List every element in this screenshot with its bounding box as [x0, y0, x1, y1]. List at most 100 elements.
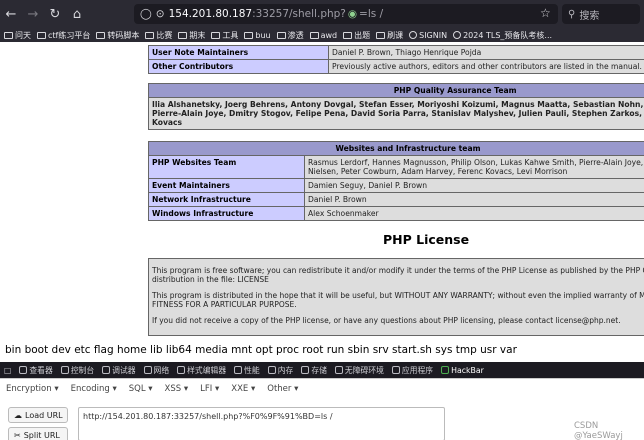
tab-label: 网络 — [153, 365, 170, 375]
folder-icon — [4, 31, 13, 39]
search-placeholder: 搜索 — [579, 10, 600, 22]
bookmark-item[interactable]: 渗透 — [276, 30, 304, 41]
tab-hackbar[interactable]: HackBar — [441, 366, 484, 375]
bookmark-item[interactable]: 工具 — [211, 30, 238, 41]
section-header: PHP Quality Assurance Team — [147, 83, 644, 98]
bookmark-item[interactable]: ctf练习平台 — [37, 30, 90, 41]
bookmark-label: 渗透 — [287, 30, 304, 40]
row-value-line: Nielsen, Peter Cowburn, Adam Harvey, Fer… — [307, 167, 568, 176]
table-row: Windows Infrastructure Alex Schoenmaker — [148, 206, 644, 221]
qa-line: Ilia Alshanetsky, Joerg Behrens, Antony … — [152, 100, 644, 109]
browser-window: { "toolbar": { "url_host": "154.201.80.1… — [0, 0, 644, 440]
bookmark-star-icon[interactable]: ☆ — [540, 6, 551, 20]
menu-xss[interactable]: XSS ▾ — [165, 384, 189, 394]
bookmark-label: 工具 — [222, 30, 239, 40]
style-editor-icon — [177, 366, 186, 374]
globe-icon — [409, 31, 418, 39]
row-key: Windows Infrastructure — [148, 206, 305, 221]
bookmark-item[interactable]: 2024 TLS_预备队考核... — [453, 30, 552, 41]
menu-encoding[interactable]: Encoding ▾ — [71, 384, 117, 394]
row-value: Previously active authors, editors and o… — [328, 59, 644, 74]
bookmark-label: SIGNIN — [419, 30, 448, 40]
search-icon: ⚲ — [568, 8, 576, 20]
bookmark-label: 比赛 — [156, 30, 173, 40]
tab-style-editor[interactable]: 样式编辑器 — [177, 365, 226, 376]
bookmark-item[interactable]: buu — [244, 30, 271, 40]
button-label: Split URL — [23, 430, 60, 440]
bookmark-label: awd — [320, 30, 338, 40]
bookmark-item[interactable]: 期末 — [178, 30, 205, 41]
bookmark-item[interactable]: awd — [309, 30, 338, 40]
bookmark-label: buu — [255, 30, 271, 40]
row-value: Daniel P. Brown, Thiago Henrique Pojda — [328, 45, 644, 60]
table-row: Event Maintainers Damien Seguy, Daniel P… — [148, 178, 644, 193]
menu-sql[interactable]: SQL ▾ — [129, 384, 153, 394]
folder-icon — [309, 31, 319, 39]
row-value-line: Rasmus Lerdorf, Hannes Magnusson, Philip… — [307, 158, 644, 167]
tab-debugger[interactable]: 调试器 — [102, 365, 136, 376]
tab-label: 查看器 — [29, 365, 53, 375]
inspector-icon — [19, 366, 28, 374]
memory-icon — [267, 366, 276, 374]
license-paragraph: This program is free software; you can r… — [152, 266, 644, 285]
qa-line: Pierre-Alain Joye, Dmitry Stogov, Felipe… — [152, 109, 644, 118]
bookmark-item[interactable]: 刷课 — [376, 30, 403, 41]
address-bar[interactable]: ◯ ⊙ 154.201.80.187 :33257/shell.php? ◉ =… — [134, 4, 558, 24]
tab-label: 内存 — [277, 365, 294, 375]
table-row: Other Contributors Previously active aut… — [148, 59, 644, 74]
tab-accessibility[interactable]: 无障碍环境 — [334, 365, 384, 376]
menu-other[interactable]: Other ▾ — [267, 384, 298, 394]
folder-icon — [376, 31, 386, 39]
bookmark-item[interactable]: 出题 — [343, 30, 370, 41]
tab-label: 应用程序 — [401, 365, 434, 375]
url-path: :33257/shell.php? — [252, 8, 346, 20]
console-icon — [60, 366, 69, 374]
license-text: This program is free software; you can r… — [152, 266, 644, 275]
accessibility-icon — [334, 366, 343, 374]
debugger-icon — [102, 366, 111, 374]
qa-line: Kovacs — [152, 118, 183, 127]
bookmark-item[interactable]: 问天 — [4, 30, 31, 41]
row-value: Rasmus Lerdorf, Hannes Magnusson, Philip… — [303, 155, 644, 179]
bookmark-item[interactable]: 转码脚本 — [96, 30, 139, 41]
load-url-button[interactable]: ☁ Load URL — [8, 407, 68, 423]
reload-icon[interactable]: ↻ — [44, 3, 66, 25]
tab-inspector[interactable]: 查看器 — [19, 365, 53, 376]
tab-label: HackBar — [451, 365, 484, 375]
bookmark-label: 出题 — [354, 30, 371, 40]
tab-memory[interactable]: 内存 — [267, 365, 294, 376]
element-picker-icon[interactable]: □ — [4, 366, 11, 375]
folder-icon — [37, 31, 46, 39]
tab-network[interactable]: 网络 — [143, 365, 170, 376]
license-text: distribution in the file: LICENSE — [152, 275, 269, 285]
split-url-button[interactable]: ✂ Split URL — [8, 427, 68, 440]
tab-label: 性能 — [244, 365, 260, 375]
license-title: PHP License — [383, 232, 470, 247]
table-row: PHP Websites Team Rasmus Lerdorf, Hannes… — [148, 155, 644, 179]
forward-icon[interactable]: → — [22, 3, 44, 25]
bookmark-item[interactable]: 比赛 — [145, 30, 172, 41]
home-icon[interactable]: ⌂ — [66, 3, 88, 25]
tab-application[interactable]: 应用程序 — [391, 365, 434, 376]
search-box[interactable]: ⚲ 搜索 — [562, 4, 640, 24]
back-icon[interactable]: ← — [0, 3, 22, 25]
bookmark-label: 转码脚本 — [107, 30, 140, 40]
tab-storage[interactable]: 存储 — [301, 365, 327, 376]
menu-lfi[interactable]: LFI ▾ — [200, 384, 219, 394]
folder-icon — [178, 31, 188, 39]
page-info-icon[interactable]: ⊙ — [156, 8, 165, 20]
hackbar-url-input[interactable]: http://154.201.80.187:33257/shell.php?%F… — [78, 407, 445, 440]
row-key: Other Contributors — [148, 59, 329, 74]
cloud-download-icon: ☁ — [14, 410, 22, 420]
bookmarks-bar: 问天 ctf练习平台 转码脚本 比赛 期末 工具 buu 渗透 awd 出题 刷… — [0, 28, 644, 42]
tab-console[interactable]: 控制台 — [60, 365, 95, 376]
license-paragraph: This program is distributed in the hope … — [152, 291, 644, 310]
menu-encryption[interactable]: Encryption ▾ — [6, 384, 59, 394]
tab-label: 控制台 — [70, 365, 95, 375]
bookmark-item[interactable]: SIGNIN — [409, 31, 447, 40]
folder-icon — [211, 31, 221, 39]
menu-xxe[interactable]: XXE ▾ — [231, 384, 255, 394]
folder-icon — [145, 31, 155, 39]
tab-performance[interactable]: 性能 — [234, 365, 260, 376]
browser-toolbar: ← → ↻ ⌂ ◯ ⊙ 154.201.80.187 :33257/shell.… — [0, 0, 644, 28]
